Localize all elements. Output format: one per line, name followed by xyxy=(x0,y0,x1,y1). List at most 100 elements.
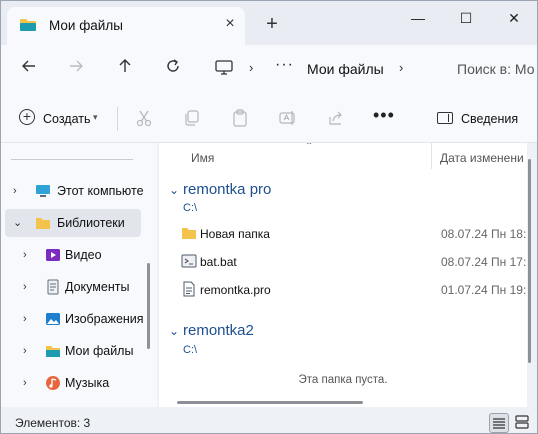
file-icon xyxy=(183,281,195,297)
horizontal-scrollbar[interactable] xyxy=(177,401,363,404)
tab-title: Мои файлы xyxy=(49,18,123,33)
file-date: 01.07.24 Пн 19: xyxy=(441,283,527,297)
folder-icon xyxy=(46,346,60,357)
list-item[interactable]: remontka.pro 01.07.24 Пн 19: xyxy=(159,275,527,303)
more-crumbs-icon[interactable]: ··· xyxy=(275,56,294,74)
status-bar: Элементов: 3 xyxy=(1,407,537,433)
back-button[interactable] xyxy=(18,58,40,80)
close-icon[interactable]: × xyxy=(222,16,238,32)
share-icon[interactable] xyxy=(327,109,345,127)
list-item[interactable]: Новая папка 08.07.24 Пн 18: xyxy=(159,219,527,247)
cut-icon[interactable] xyxy=(135,109,153,127)
sidebar-divider xyxy=(11,159,133,160)
toolbar-divider xyxy=(117,107,118,131)
documents-icon xyxy=(47,279,59,295)
sidebar-item-label: Изображения xyxy=(65,312,144,326)
search-placeholder: Поиск в: Мо xyxy=(457,61,535,77)
column-divider[interactable] xyxy=(431,143,432,169)
sidebar-item-label: Мои файлы xyxy=(65,344,134,358)
vertical-scrollbar[interactable] xyxy=(528,159,531,363)
group-title: remontka pro xyxy=(183,181,272,198)
details-view-icon xyxy=(493,418,505,429)
chevron-right-icon[interactable]: › xyxy=(23,281,33,293)
sidebar-item-this-pc[interactable]: › Этот компьюте xyxy=(5,177,144,205)
file-name: bat.bat xyxy=(200,255,237,269)
sidebar-item-label: Этот компьюте xyxy=(57,184,144,198)
file-date: 08.07.24 Пн 18: xyxy=(441,227,527,241)
column-header-name[interactable]: Имя xyxy=(191,151,214,165)
file-name: Новая папка xyxy=(200,227,270,241)
details-label: Сведения xyxy=(461,112,519,126)
tiles-view-icon xyxy=(515,415,529,429)
chevron-right-icon[interactable]: › xyxy=(23,377,33,389)
tiles-view-button[interactable] xyxy=(513,413,533,433)
folder-icon xyxy=(36,218,50,229)
sidebar-item-label: Библиотеки xyxy=(57,216,125,230)
column-header-date[interactable]: Дата изменени xyxy=(440,151,524,165)
close-window-button[interactable]: ✕ xyxy=(491,7,537,29)
file-explorer-window: Мои файлы × + — ☐ ✕ › ··· Мои файлы › По… xyxy=(0,0,538,434)
arrow-left-icon xyxy=(22,60,35,72)
maximize-button[interactable]: ☐ xyxy=(443,7,489,29)
more-options-icon[interactable]: ••• xyxy=(373,105,395,126)
address-bar: › ··· Мои файлы › Поиск в: Мо xyxy=(1,45,537,93)
group-path: C:\ xyxy=(183,202,198,214)
sidebar-scrollbar[interactable] xyxy=(147,263,150,349)
group-title: remontka2 xyxy=(183,322,254,339)
sidebar-item-images[interactable]: › Изображения xyxy=(5,305,144,333)
chevron-down-icon[interactable]: ⌄ xyxy=(169,324,179,338)
file-name: remontka.pro xyxy=(200,283,271,297)
sidebar-item-label: Документы xyxy=(65,280,130,294)
arrow-up-icon xyxy=(119,59,131,72)
breadcrumb-item-my-files[interactable]: Мои файлы xyxy=(307,61,384,77)
items-count: Элементов: 3 xyxy=(15,416,91,430)
copy-icon[interactable] xyxy=(183,109,201,127)
refresh-button[interactable] xyxy=(162,58,184,80)
computer-icon xyxy=(215,60,233,75)
images-icon xyxy=(46,313,60,325)
command-bar: + Создать ▾ ••• Сведения xyxy=(1,93,537,143)
arrow-right-icon xyxy=(70,60,83,72)
details-pane-icon xyxy=(437,112,453,124)
chevron-right-icon[interactable]: › xyxy=(23,345,33,357)
paste-icon[interactable] xyxy=(231,109,249,127)
sidebar-item-documents[interactable]: › Документы xyxy=(5,273,141,301)
group-path: C:\ xyxy=(183,344,198,356)
search-box[interactable]: Поиск в: Мо xyxy=(447,53,537,85)
chevron-down-icon[interactable]: ⌄ xyxy=(13,217,23,229)
sidebar-item-music[interactable]: › Музыка xyxy=(5,369,141,397)
folder-icon xyxy=(20,19,36,31)
batch-file-icon xyxy=(181,254,197,268)
chevron-right-icon[interactable]: › xyxy=(249,60,253,75)
rename-icon[interactable] xyxy=(279,109,297,127)
chevron-right-icon[interactable]: › xyxy=(23,313,33,325)
details-view-button[interactable] xyxy=(489,413,509,433)
plus-circle-icon: + xyxy=(19,109,35,125)
create-label: Создать xyxy=(43,112,91,126)
file-date: 08.07.24 Пн 17: xyxy=(441,255,527,269)
sidebar-item-my-files[interactable]: › Мои файлы xyxy=(5,337,141,365)
folder-icon xyxy=(182,228,196,239)
navigation-pane: › Этот компьюте ⌄ Библиотеки › Видео › Д… xyxy=(1,143,157,407)
minimize-button[interactable]: — xyxy=(395,7,441,29)
sidebar-item-video[interactable]: › Видео xyxy=(5,241,141,269)
music-icon xyxy=(46,376,60,390)
chevron-right-icon[interactable]: › xyxy=(399,60,403,75)
chevron-down-icon: ▾ xyxy=(93,112,98,122)
chevron-down-icon[interactable]: ⌄ xyxy=(169,183,179,197)
new-tab-button[interactable]: + xyxy=(263,14,281,34)
up-button[interactable] xyxy=(114,58,136,80)
breadcrumb[interactable]: › ··· Мои файлы › xyxy=(203,53,429,85)
list-item[interactable]: bat.bat 08.07.24 Пн 17: xyxy=(159,247,527,275)
sidebar-item-libraries[interactable]: ⌄ Библиотеки xyxy=(5,209,141,237)
chevron-right-icon[interactable]: › xyxy=(13,185,23,197)
forward-button[interactable] xyxy=(65,58,87,80)
refresh-icon xyxy=(167,59,179,72)
computer-icon xyxy=(36,185,50,197)
tab-my-files[interactable]: Мои файлы × xyxy=(7,7,245,45)
empty-folder-message: Эта папка пуста. xyxy=(298,374,388,386)
sidebar-item-label: Музыка xyxy=(65,376,110,390)
chevron-right-icon[interactable]: › xyxy=(23,249,33,261)
title-bar: Мои файлы × + — ☐ ✕ xyxy=(1,1,537,49)
file-list: ⌃ Имя Дата изменени ⌄ remontka pro C:\ Н… xyxy=(159,143,527,407)
